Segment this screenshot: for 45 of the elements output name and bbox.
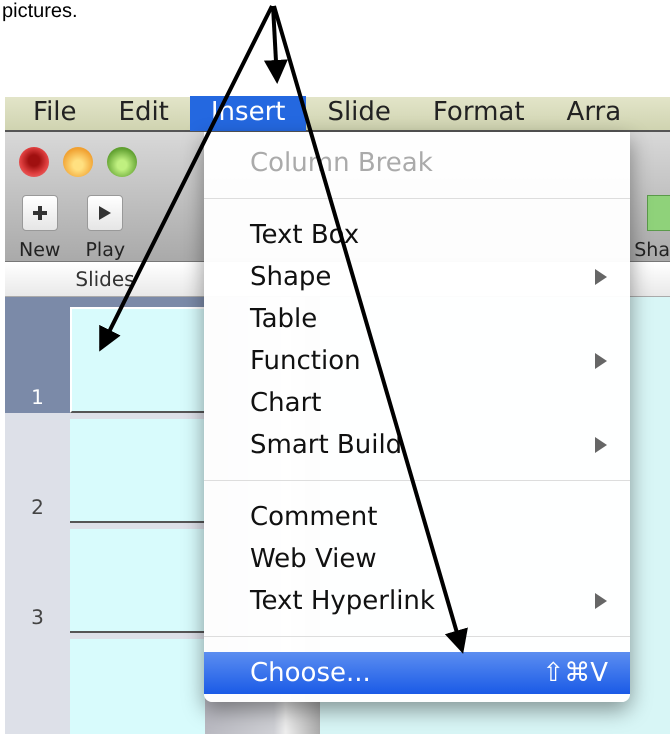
plus-icon: [32, 205, 48, 221]
slide-thumbnail[interactable]: [70, 639, 205, 734]
menu-item-label: Function: [250, 346, 361, 376]
menu-item-label: Web View: [250, 544, 377, 574]
menu-bar-item[interactable]: Edit: [98, 96, 190, 131]
caption-text: pictures.: [2, 0, 78, 22]
zoom-icon[interactable]: [107, 147, 137, 177]
shortcut-text: ⇧⌘V: [542, 658, 608, 688]
slide-row[interactable]: 2: [5, 417, 205, 523]
menu-item[interactable]: Shape: [204, 256, 630, 298]
menu-item[interactable]: Comment: [204, 496, 630, 538]
menu-bar-item[interactable]: Arra: [546, 96, 642, 131]
play-icon: [98, 205, 112, 221]
toolbar-label: Sha: [634, 239, 670, 261]
slide-row[interactable]: 3: [5, 527, 205, 633]
menu-item-label: Comment: [250, 502, 378, 532]
menu-bar-item[interactable]: Format: [412, 96, 546, 131]
menu-item[interactable]: Chart: [204, 382, 630, 424]
menu-item-label: Smart Build: [250, 430, 402, 460]
menu-item[interactable]: Choose... ⇧⌘V: [204, 652, 630, 694]
toolbar-button[interactable]: [22, 195, 58, 231]
toolbar-label: Play: [85, 239, 126, 261]
menu-item[interactable]: Text Hyperlink: [204, 580, 630, 622]
slide-thumbnail[interactable]: [70, 419, 205, 523]
menu-bar-item[interactable]: Slide: [306, 96, 412, 131]
menu-item-label: Chart: [250, 388, 322, 418]
slide-number: 2: [30, 495, 45, 521]
menu-item-label: Text Hyperlink: [250, 586, 435, 616]
slide-thumbnail[interactable]: [70, 529, 205, 633]
slide-number: 3: [30, 605, 45, 631]
toolbar-label: New: [19, 239, 60, 261]
menu-bar-item[interactable]: File: [5, 96, 98, 131]
minimize-icon[interactable]: [63, 147, 93, 177]
shape-icon[interactable]: [647, 195, 670, 231]
menu-item[interactable]: Smart Build: [204, 424, 630, 466]
menu-item-label: Shape: [250, 262, 332, 292]
toolbar-button[interactable]: [87, 195, 124, 231]
sidebar-title: Slides: [74, 266, 136, 293]
close-icon[interactable]: [19, 147, 49, 177]
slide-number: 1: [30, 385, 45, 411]
menu-item[interactable]: Function: [204, 340, 630, 382]
menu-item[interactable]: Web View: [204, 538, 630, 580]
menu-item[interactable]: Table: [204, 298, 630, 340]
menu-item-label: Choose...: [250, 658, 371, 688]
menu-item-label: Table: [250, 304, 318, 334]
